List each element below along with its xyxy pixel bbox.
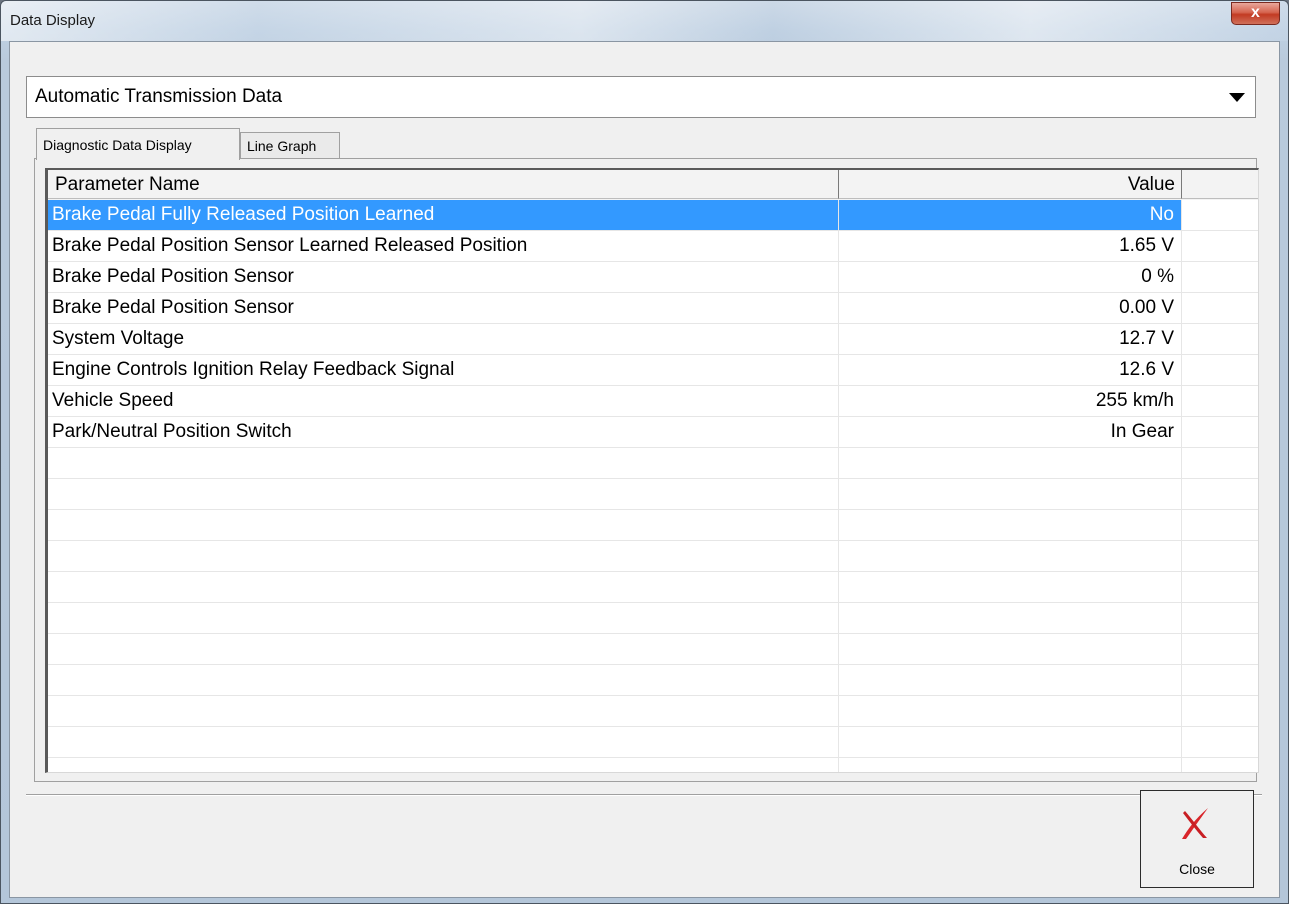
close-button-label: Close <box>1179 861 1215 877</box>
table-row[interactable]: Park/Neutral Position Switch In Gear <box>48 417 1258 448</box>
table-row[interactable] <box>48 665 1258 696</box>
close-x-icon <box>1182 808 1208 839</box>
close-button[interactable]: Close <box>1140 790 1254 888</box>
parameter-value-cell: In Gear <box>839 417 1182 447</box>
data-display-window: Data Display x Automatic Transmission Da… <box>0 0 1289 904</box>
data-set-dropdown-value: Automatic Transmission Data <box>35 86 283 107</box>
dialog-client-area: Automatic Transmission Data Diagnostic D… <box>9 41 1280 898</box>
parameter-name-cell <box>48 510 839 540</box>
table-row[interactable] <box>48 758 1258 772</box>
parameter-name-cell: Vehicle Speed <box>48 386 839 416</box>
parameter-name-cell <box>48 634 839 664</box>
table-row[interactable] <box>48 634 1258 665</box>
table-row[interactable] <box>48 727 1258 758</box>
parameter-name-cell <box>48 758 839 772</box>
table-header: Parameter Name Value <box>48 170 1258 200</box>
table-row[interactable] <box>48 510 1258 541</box>
parameter-name-cell <box>48 727 839 757</box>
table-row[interactable]: Vehicle Speed 255 km/h <box>48 386 1258 417</box>
parameter-value-cell: 255 km/h <box>839 386 1182 416</box>
table-row[interactable] <box>48 572 1258 603</box>
column-header-spacer <box>1182 170 1258 199</box>
window-title: Data Display <box>10 12 96 29</box>
parameter-value-cell: No <box>839 200 1182 230</box>
table-body: Brake Pedal Fully Released Position Lear… <box>48 200 1258 772</box>
tab-diagnostic-data-display[interactable]: Diagnostic Data Display <box>36 128 240 160</box>
parameter-name-cell <box>48 572 839 602</box>
data-set-dropdown[interactable]: Automatic Transmission Data <box>26 76 1256 118</box>
parameter-name-cell: Brake Pedal Position Sensor Learned Rele… <box>48 231 839 261</box>
parameter-value-cell <box>839 448 1182 478</box>
parameter-name-cell: Park/Neutral Position Switch <box>48 417 839 447</box>
parameter-value-cell <box>839 727 1182 757</box>
parameter-name-cell: Brake Pedal Position Sensor <box>48 262 839 292</box>
title-bar[interactable]: Data Display x <box>1 1 1288 41</box>
table-row[interactable]: Brake Pedal Position Sensor Learned Rele… <box>48 231 1258 262</box>
parameter-name-cell: Brake Pedal Fully Released Position Lear… <box>48 200 839 230</box>
table-row[interactable]: Brake Pedal Position Sensor 0.00 V <box>48 293 1258 324</box>
table-row[interactable]: Engine Controls Ignition Relay Feedback … <box>48 355 1258 386</box>
parameter-value-cell <box>839 603 1182 633</box>
parameter-name-cell: Engine Controls Ignition Relay Feedback … <box>48 355 839 385</box>
parameter-value-cell: 12.6 V <box>839 355 1182 385</box>
parameter-value-cell: 12.7 V <box>839 324 1182 354</box>
table-row[interactable] <box>48 696 1258 727</box>
parameter-value-cell <box>839 572 1182 602</box>
parameter-name-cell <box>48 448 839 478</box>
table-row[interactable] <box>48 479 1258 510</box>
parameter-name-cell <box>48 665 839 695</box>
parameter-name-cell: Brake Pedal Position Sensor <box>48 293 839 323</box>
parameter-name-cell <box>48 603 839 633</box>
table-row[interactable] <box>48 448 1258 479</box>
column-header-value[interactable]: Value <box>839 170 1182 199</box>
parameter-value-cell: 0 % <box>839 262 1182 292</box>
table-row[interactable]: System Voltage 12.7 V <box>48 324 1258 355</box>
tab-line-graph[interactable]: Line Graph <box>240 132 340 158</box>
parameter-value-cell <box>839 758 1182 772</box>
parameter-value-cell <box>839 634 1182 664</box>
chevron-down-icon[interactable] <box>1229 93 1245 102</box>
parameter-table: Parameter Name Value Brake Pedal Fully R… <box>45 168 1259 773</box>
window-close-button[interactable]: x <box>1231 2 1280 25</box>
parameter-name-cell <box>48 541 839 571</box>
parameter-value-cell <box>839 696 1182 726</box>
parameter-name-cell: System Voltage <box>48 324 839 354</box>
table-row[interactable]: Brake Pedal Fully Released Position Lear… <box>48 200 1258 231</box>
parameter-value-cell <box>839 479 1182 509</box>
parameter-value-cell: 1.65 V <box>839 231 1182 261</box>
parameter-value-cell <box>839 665 1182 695</box>
parameter-name-cell <box>48 696 839 726</box>
parameter-value-cell <box>839 541 1182 571</box>
table-row[interactable] <box>48 541 1258 572</box>
column-header-parameter-name[interactable]: Parameter Name <box>48 170 839 199</box>
parameter-value-cell <box>839 510 1182 540</box>
table-row[interactable]: Brake Pedal Position Sensor 0 % <box>48 262 1258 293</box>
parameter-name-cell <box>48 479 839 509</box>
divider <box>26 794 1262 796</box>
table-row[interactable] <box>48 603 1258 634</box>
parameter-value-cell: 0.00 V <box>839 293 1182 323</box>
tab-panel: Parameter Name Value Brake Pedal Fully R… <box>34 158 1259 782</box>
